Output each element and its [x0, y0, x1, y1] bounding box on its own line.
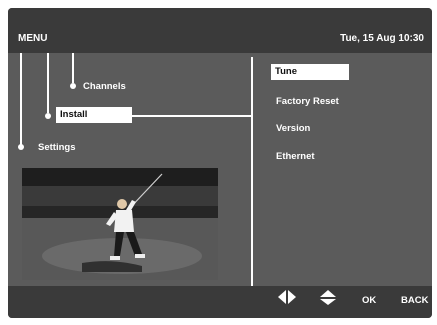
option-ethernet[interactable]: Ethernet — [276, 151, 315, 162]
video-preview — [22, 168, 218, 280]
menu-item-channels[interactable]: Channels — [83, 81, 126, 92]
option-factory-reset[interactable]: Factory Reset — [276, 96, 339, 107]
tv-menu-screen: MENU Tue, 15 Aug 10:30 Channels Install … — [8, 8, 432, 318]
option-tune[interactable]: Tune — [271, 64, 349, 80]
menu-content: Channels Install Settings Tune Factory R… — [8, 53, 432, 286]
settings-branch-line — [20, 53, 22, 145]
menu-item-install[interactable]: Install — [56, 107, 132, 123]
install-branch-line — [47, 53, 49, 113]
install-node-dot — [45, 113, 51, 119]
channels-node-dot — [70, 83, 76, 89]
golfer-preview-image — [22, 168, 218, 280]
menu-title: MENU — [18, 33, 48, 44]
date-time: Tue, 15 Aug 10:30 — [340, 33, 424, 44]
top-bar: MENU Tue, 15 Aug 10:30 — [8, 8, 432, 53]
left-right-arrows-icon — [278, 290, 296, 304]
up-down-arrows-icon — [320, 290, 336, 305]
settings-node-dot — [18, 144, 24, 150]
ok-button[interactable]: OK — [362, 295, 376, 306]
menu-divider — [251, 57, 253, 286]
menu-item-settings[interactable]: Settings — [38, 142, 75, 153]
channels-branch-line — [72, 53, 74, 83]
back-button[interactable]: BACK — [401, 295, 428, 306]
option-version[interactable]: Version — [276, 123, 310, 134]
install-connector-line — [130, 115, 252, 117]
